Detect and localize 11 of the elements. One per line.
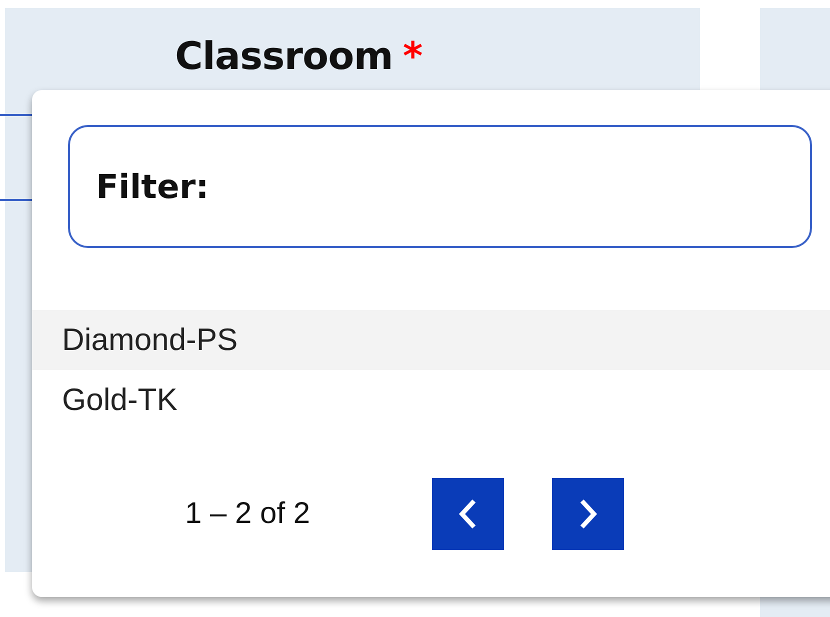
prev-page-button[interactable] bbox=[432, 478, 504, 550]
page-range: 1 – 2 of 2 bbox=[185, 497, 312, 531]
filter-label: Filter: bbox=[96, 167, 209, 206]
option-item[interactable]: Gold-TK bbox=[32, 370, 830, 430]
option-item[interactable]: Diamond-PS bbox=[32, 310, 830, 370]
required-asterisk: * bbox=[402, 34, 422, 78]
column-title: Classroom bbox=[175, 34, 393, 78]
next-page-button[interactable] bbox=[552, 478, 624, 550]
filter-field[interactable]: Filter: bbox=[68, 125, 812, 248]
chevron-left-icon bbox=[458, 498, 478, 530]
chevron-right-icon bbox=[578, 498, 598, 530]
